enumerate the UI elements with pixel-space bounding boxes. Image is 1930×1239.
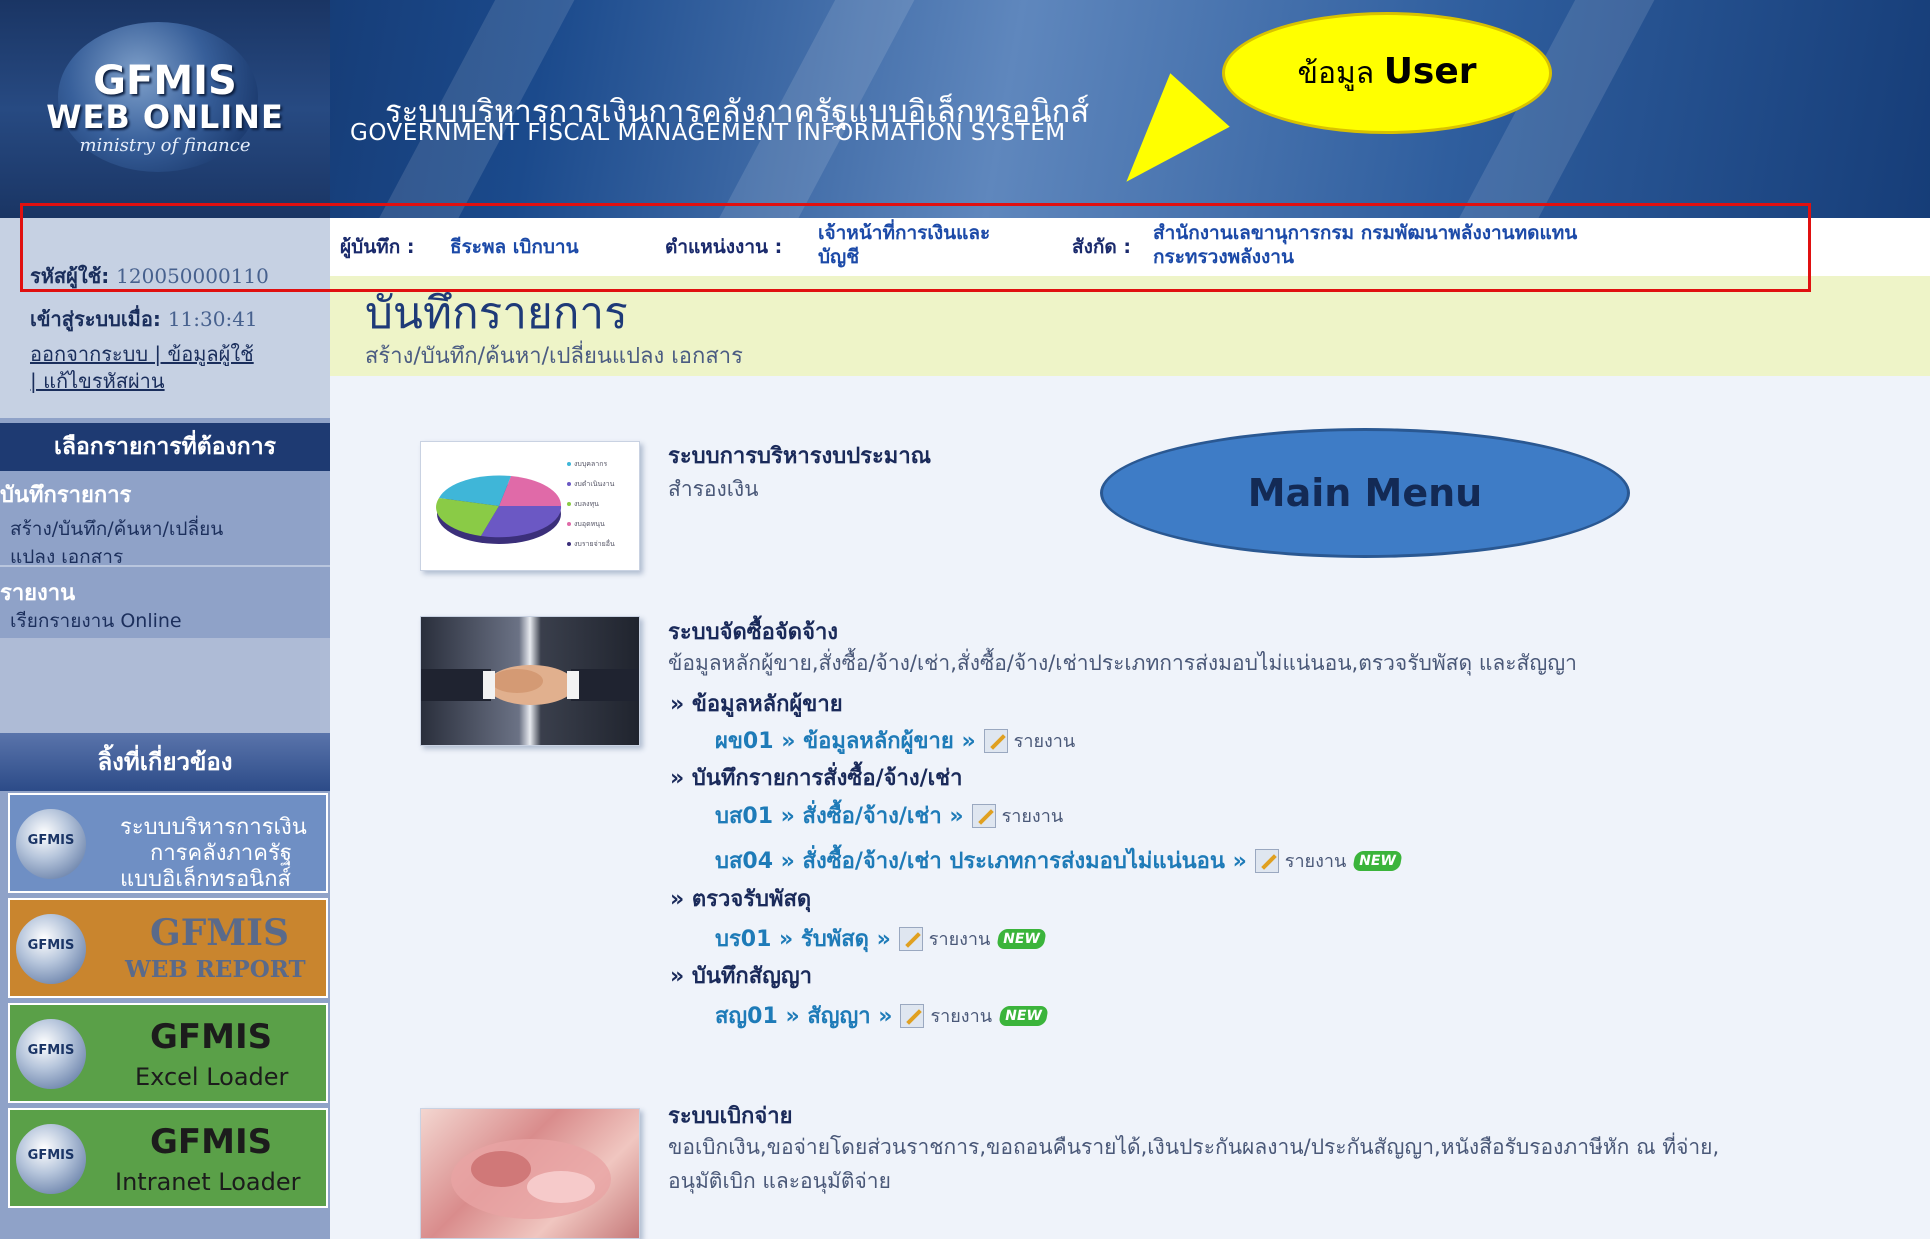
handshake-icon bbox=[421, 665, 639, 705]
main-menu-callout-text: Main Menu bbox=[1247, 471, 1483, 515]
link-banner-excel-loader[interactable]: GFMIS GFMIS Excel Loader bbox=[8, 1003, 328, 1103]
banner-title: GFMIS bbox=[150, 912, 289, 954]
contract-heading: » บันทึกสัญญา bbox=[670, 964, 812, 989]
link-banner-web-report[interactable]: GFMIS GFMIS WEB REPORT bbox=[8, 898, 328, 998]
procurement-section-desc: ข้อมูลหลักผู้ขาย,สั่งซื้อ/จ้าง/เช่า,สั่ง… bbox=[668, 651, 1577, 675]
banner-text: แบบอิเล็กทรอนิกส์ bbox=[120, 867, 291, 892]
menu-item-po-uncertain-link[interactable]: บส04 » สั่งซื้อ/จ้าง/เช่า ประเภทการส่งมอ… bbox=[715, 843, 1247, 878]
system-title-english: GOVERNMENT FISCAL MANAGEMENT INFORMATION… bbox=[350, 120, 1066, 146]
new-badge: NEW bbox=[998, 1005, 1049, 1026]
report-link[interactable]: รายงาน bbox=[1285, 846, 1347, 875]
login-time: เข้าสู่ระบบเมื่อ: 11:30:41 bbox=[30, 303, 258, 335]
new-badge: NEW bbox=[996, 928, 1047, 949]
select-items-header: เลือกรายการที่ต้องการ bbox=[0, 423, 330, 471]
logo-text-ministry: ministry of finance bbox=[79, 135, 251, 156]
banner-subtitle: Excel Loader bbox=[135, 1063, 289, 1091]
sidebar-item-report-sub[interactable]: เรียกรายงาน Online bbox=[10, 607, 182, 635]
report-icon[interactable] bbox=[900, 1003, 925, 1028]
related-links-header: ลิ้งที่เกี่ยวข้อง bbox=[0, 733, 330, 791]
disbursement-section-desc1: ขอเบิกเงิน,ขอจ่ายโดยส่วนราชการ,ขอถอนคืนร… bbox=[668, 1135, 1720, 1159]
report-link[interactable]: รายงาน bbox=[930, 1001, 992, 1030]
report-link[interactable]: รายงาน bbox=[1002, 801, 1064, 830]
pie-legend-5: งบรายจ่ายอื่น bbox=[574, 539, 615, 548]
change-password-link[interactable]: | แก้ไขรหัสผ่าน bbox=[30, 365, 165, 397]
pie-chart-icon: งบบุคลากร งบดำเนินงาน งบลงทุน งบอุดหนุน … bbox=[436, 460, 615, 548]
user-info-callout-text: ข้อมูล User bbox=[1297, 50, 1476, 97]
budget-section-title[interactable]: ระบบการบริหารงบประมาณ bbox=[668, 438, 931, 473]
disbursement-thumbnail[interactable] bbox=[420, 1108, 640, 1239]
menu-item-goods-receipt[interactable]: บร01 » รับพัสดุ » รายงาน NEW bbox=[715, 921, 1047, 956]
sidebar-item-record-sub1[interactable]: สร้าง/บันทึก/ค้นหา/เปลี่ยน bbox=[10, 515, 223, 543]
pie-legend-4: งบอุดหนุน bbox=[574, 520, 605, 528]
left-sidebar: รหัสผู้ใช้: 120050000110 เข้าสู่ระบบเมื่… bbox=[0, 218, 330, 1239]
menu-item-po-link[interactable]: บส01 » สั่งซื้อ/จ้าง/เช่า » bbox=[715, 798, 964, 833]
header-banner: GFMIS WEB ONLINE ministry of finance ระบ… bbox=[0, 0, 1930, 218]
menu-item-contract-link[interactable]: สญ01 » สัญญา » bbox=[715, 998, 892, 1033]
vendor-master-heading: » ข้อมูลหลักผู้ขาย bbox=[670, 692, 843, 717]
budget-thumbnail[interactable]: งบบุคลากร งบดำเนินงาน งบลงทุน งบอุดหนุน … bbox=[420, 441, 640, 571]
disbursement-section-title[interactable]: ระบบเบิกจ่าย bbox=[668, 1098, 793, 1133]
menu-item-po[interactable]: บส01 » สั่งซื้อ/จ้าง/เช่า » รายงาน bbox=[715, 798, 1063, 833]
pie-legend-1: งบบุคลากร bbox=[574, 460, 607, 468]
food-photo-icon bbox=[451, 1139, 611, 1219]
menu-item-goods-receipt-link[interactable]: บร01 » รับพัสดุ » bbox=[715, 921, 891, 956]
new-badge: NEW bbox=[1352, 850, 1403, 871]
callout-bold: User bbox=[1383, 50, 1477, 92]
menu-item-po-uncertain[interactable]: บส04 » สั่งซื้อ/จ้าง/เช่า ประเภทการส่งมอ… bbox=[715, 843, 1403, 878]
login-time-label: เข้าสู่ระบบเมื่อ: bbox=[30, 307, 161, 331]
sidebar-item-record-title[interactable]: บันทึกรายการ bbox=[0, 477, 131, 512]
gfmis-globe-icon: GFMIS bbox=[16, 914, 86, 984]
sidebar-item-report-title[interactable]: รายงาน bbox=[0, 575, 75, 610]
report-icon[interactable] bbox=[983, 728, 1008, 753]
main-menu-callout: Main Menu bbox=[1100, 428, 1630, 558]
pie-legend-3: งบลงทุน bbox=[574, 500, 599, 508]
gfmis-globe-icon: GFMIS bbox=[16, 809, 86, 879]
link-banner-gfmis-th[interactable]: GFMIS ระบบบริหารการเงิน การคลังภาครัฐ แบ… bbox=[8, 793, 328, 893]
report-link[interactable]: รายงาน bbox=[929, 924, 991, 953]
budget-section-desc: สำรองเงิน bbox=[668, 477, 759, 501]
report-icon[interactable] bbox=[1254, 848, 1279, 873]
gfmis-globe-icon: GFMIS bbox=[16, 1019, 86, 1089]
banner-subtitle: Intranet Loader bbox=[115, 1168, 301, 1196]
logo-text-web-online: WEB ONLINE bbox=[46, 98, 284, 136]
procurement-thumbnail[interactable] bbox=[420, 616, 640, 746]
sidebar-item-report[interactable]: รายงาน เรียกรายงาน Online bbox=[0, 565, 330, 640]
login-time-value: 11:30:41 bbox=[167, 307, 258, 331]
menu-item-vendor-master[interactable]: ผข01 » ข้อมูลหลักผู้ขาย » รายงาน bbox=[715, 723, 1075, 758]
banner-title: GFMIS bbox=[150, 1122, 273, 1162]
link-banner-intranet-loader[interactable]: GFMIS GFMIS Intranet Loader bbox=[8, 1108, 328, 1208]
callout-prefix: ข้อมูล bbox=[1297, 55, 1375, 91]
pie-legend-2: งบดำเนินงาน bbox=[574, 480, 615, 488]
goods-receipt-heading: » ตรวจรับพัสดุ bbox=[670, 887, 812, 912]
user-info-highlight-box bbox=[20, 203, 1811, 292]
gfmis-globe-icon: GFMIS bbox=[16, 1124, 86, 1194]
menu-item-vendor-master-link[interactable]: ผข01 » ข้อมูลหลักผู้ขาย » bbox=[715, 723, 976, 758]
report-icon[interactable] bbox=[971, 803, 996, 828]
report-link[interactable]: รายงาน bbox=[1014, 726, 1076, 755]
menu-item-contract[interactable]: สญ01 » สัญญา » รายงาน NEW bbox=[715, 998, 1049, 1033]
purchase-order-heading: » บันทึกรายการสั่งซื้อ/จ้าง/เช่า bbox=[670, 766, 963, 791]
report-icon[interactable] bbox=[898, 926, 923, 951]
page-subtitle: สร้าง/บันทึก/ค้นหา/เปลี่ยนแปลง เอกสาร bbox=[365, 344, 743, 369]
main-content: บันทึกรายการ สร้าง/บันทึก/ค้นหา/เปลี่ยนแ… bbox=[330, 276, 1930, 1239]
user-info-callout: ข้อมูล User bbox=[1222, 12, 1552, 134]
banner-subtitle: WEB REPORT bbox=[125, 956, 306, 983]
banner-title: GFMIS bbox=[150, 1017, 273, 1057]
disbursement-section-desc2: อนุมัติเบิก และอนุมัติจ่าย bbox=[668, 1169, 891, 1193]
procurement-section-title[interactable]: ระบบจัดซื้อจัดจ้าง bbox=[668, 614, 838, 649]
gfmis-logo[interactable]: GFMIS WEB ONLINE ministry of finance bbox=[0, 0, 330, 218]
